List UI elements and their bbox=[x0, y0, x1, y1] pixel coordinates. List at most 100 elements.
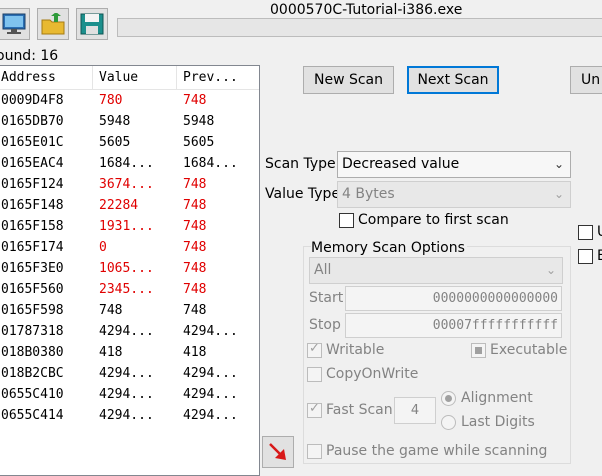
address-cell: 018B2CBC bbox=[1, 366, 64, 381]
table-row[interactable]: 0165DB70 5948 5948 bbox=[0, 111, 259, 132]
address-cell: 0165F158 bbox=[1, 219, 64, 234]
last-digits-label: Last Digits bbox=[461, 414, 535, 430]
copy-on-write-checkbox[interactable] bbox=[307, 367, 322, 382]
table-row[interactable]: 0165E01C 5605 5605 bbox=[0, 132, 259, 153]
option-label-1: U bbox=[597, 224, 602, 240]
previous-cell: 4294... bbox=[183, 408, 238, 423]
previous-cell: 4294... bbox=[183, 366, 238, 381]
option-checkbox-1[interactable] bbox=[578, 225, 593, 240]
previous-cell: 748 bbox=[183, 282, 207, 297]
executable-label: Executable bbox=[490, 342, 568, 358]
process-title: 0000570C-Tutorial-i386.exe bbox=[270, 2, 463, 18]
previous-cell: 748 bbox=[183, 240, 207, 255]
value-type-select[interactable]: 4 Bytes ⌄ bbox=[337, 181, 571, 208]
table-row[interactable]: 018B0380 418 418 bbox=[0, 342, 259, 363]
start-label: Start bbox=[309, 290, 344, 306]
value-cell: 780 bbox=[99, 93, 123, 108]
checkmark-icon: ✓ bbox=[309, 341, 320, 356]
memory-region-value: All bbox=[314, 262, 332, 278]
value-cell: 2345... bbox=[99, 282, 154, 297]
undo-scan-button[interactable]: Un bbox=[570, 66, 602, 94]
value-cell: 748 bbox=[99, 303, 123, 318]
address-cell: 0165F598 bbox=[1, 303, 64, 318]
value-cell: 4294... bbox=[99, 408, 154, 423]
results-rows: 0009D4F8 780 748 0165DB70 5948 5948 0165E01C 56… bbox=[0, 90, 259, 426]
alignment-radio[interactable] bbox=[441, 391, 456, 406]
chevron-down-icon: ⌄ bbox=[553, 157, 564, 171]
address-cell: 0165F148 bbox=[1, 198, 64, 213]
column-header-previous[interactable]: Prev... bbox=[177, 66, 257, 89]
value-cell: 3674... bbox=[99, 177, 154, 192]
previous-cell: 5605 bbox=[183, 135, 215, 150]
table-row[interactable]: 0655C414 4294... 4294... bbox=[0, 405, 259, 426]
table-row[interactable]: 0165F148 22284 748 bbox=[0, 195, 259, 216]
table-row[interactable]: 0165F158 1931... 748 bbox=[0, 216, 259, 237]
table-row[interactable]: 0165F3E0 1065... 748 bbox=[0, 258, 259, 279]
open-folder-icon bbox=[41, 13, 65, 35]
value-cell: 0 bbox=[99, 240, 107, 255]
option-checkbox-2[interactable] bbox=[578, 249, 593, 264]
address-cell: 018B0380 bbox=[1, 345, 64, 360]
address-cell: 0009D4F8 bbox=[1, 93, 64, 108]
value-cell: 4294... bbox=[99, 366, 154, 381]
table-row[interactable]: 0009D4F8 780 748 bbox=[0, 90, 259, 111]
previous-cell: 1684... bbox=[183, 156, 238, 171]
value-cell: 4294... bbox=[99, 324, 154, 339]
last-digits-radio[interactable] bbox=[441, 415, 456, 430]
results-header: Address Value Prev... bbox=[0, 66, 259, 90]
radio-selected-dot bbox=[445, 395, 452, 402]
previous-cell: 748 bbox=[183, 261, 207, 276]
table-row[interactable]: 018B2CBC 4294... 4294... bbox=[0, 363, 259, 384]
compare-first-checkbox[interactable] bbox=[339, 213, 354, 228]
scan-type-select[interactable]: Decreased value ⌄ bbox=[337, 151, 571, 178]
checkmark-icon: ✓ bbox=[309, 401, 320, 416]
alignment-label: Alignment bbox=[461, 390, 533, 406]
open-process-button[interactable] bbox=[0, 8, 30, 40]
value-cell: 418 bbox=[99, 345, 123, 360]
column-header-address[interactable]: Address bbox=[0, 66, 93, 89]
fast-scan-checkbox[interactable]: ✓ bbox=[307, 401, 322, 418]
table-row[interactable]: 0165F560 2345... 748 bbox=[0, 279, 259, 300]
table-row[interactable]: 0165EAC4 1684... 1684... bbox=[0, 153, 259, 174]
save-disk-icon bbox=[80, 13, 104, 35]
memory-scan-options-title: Memory Scan Options bbox=[311, 240, 467, 256]
column-header-value[interactable]: Value bbox=[93, 66, 177, 89]
table-row[interactable]: 0655C410 4294... 4294... bbox=[0, 384, 259, 405]
value-cell: 1065... bbox=[99, 261, 154, 276]
table-row[interactable]: 01787318 4294... 4294... bbox=[0, 321, 259, 342]
address-cell: 0655C410 bbox=[1, 387, 64, 402]
pause-game-label: Pause the game while scanning bbox=[326, 443, 548, 459]
value-cell: 5605 bbox=[99, 135, 131, 150]
address-cell: 0165EAC4 bbox=[1, 156, 64, 171]
address-cell: 0165F560 bbox=[1, 282, 64, 297]
stop-address-field[interactable]: 00007fffffffffff bbox=[345, 313, 562, 338]
executable-checkbox[interactable] bbox=[471, 343, 486, 358]
fast-scan-label: Fast Scan bbox=[326, 402, 393, 418]
stop-label: Stop bbox=[309, 317, 341, 333]
previous-cell: 4294... bbox=[183, 387, 238, 402]
next-scan-button[interactable]: Next Scan bbox=[407, 66, 499, 94]
chevron-down-icon: ⌄ bbox=[545, 263, 556, 277]
address-cell: 0165F3E0 bbox=[1, 261, 64, 276]
pause-game-checkbox[interactable] bbox=[307, 444, 322, 459]
start-address-field[interactable]: 0000000000000000 bbox=[345, 286, 562, 311]
computer-process-icon bbox=[2, 13, 26, 34]
address-cell: 0165DB70 bbox=[1, 114, 64, 129]
scan-progress-bar bbox=[117, 18, 602, 37]
open-file-button[interactable] bbox=[37, 8, 69, 40]
writable-label: Writable bbox=[326, 342, 385, 358]
results-list[interactable]: Address Value Prev... 0009D4F8 780 748 0165… bbox=[0, 65, 260, 476]
compare-first-label: Compare to first scan bbox=[358, 212, 509, 228]
table-row[interactable]: 0165F174 0 748 bbox=[0, 237, 259, 258]
table-row[interactable]: 0165F598 748 748 bbox=[0, 300, 259, 321]
value-type-value: 4 Bytes bbox=[342, 186, 395, 202]
new-scan-button[interactable]: New Scan bbox=[303, 66, 394, 94]
save-button[interactable] bbox=[76, 8, 108, 40]
table-row[interactable]: 0165F124 3674... 748 bbox=[0, 174, 259, 195]
previous-cell: 4294... bbox=[183, 324, 238, 339]
scan-type-value: Decreased value bbox=[342, 156, 460, 172]
add-to-address-list-button[interactable] bbox=[262, 436, 294, 468]
writable-checkbox[interactable]: ✓ bbox=[307, 341, 322, 358]
fast-scan-value-field[interactable]: 4 bbox=[394, 397, 436, 424]
memory-region-select[interactable]: All ⌄ bbox=[309, 257, 563, 284]
